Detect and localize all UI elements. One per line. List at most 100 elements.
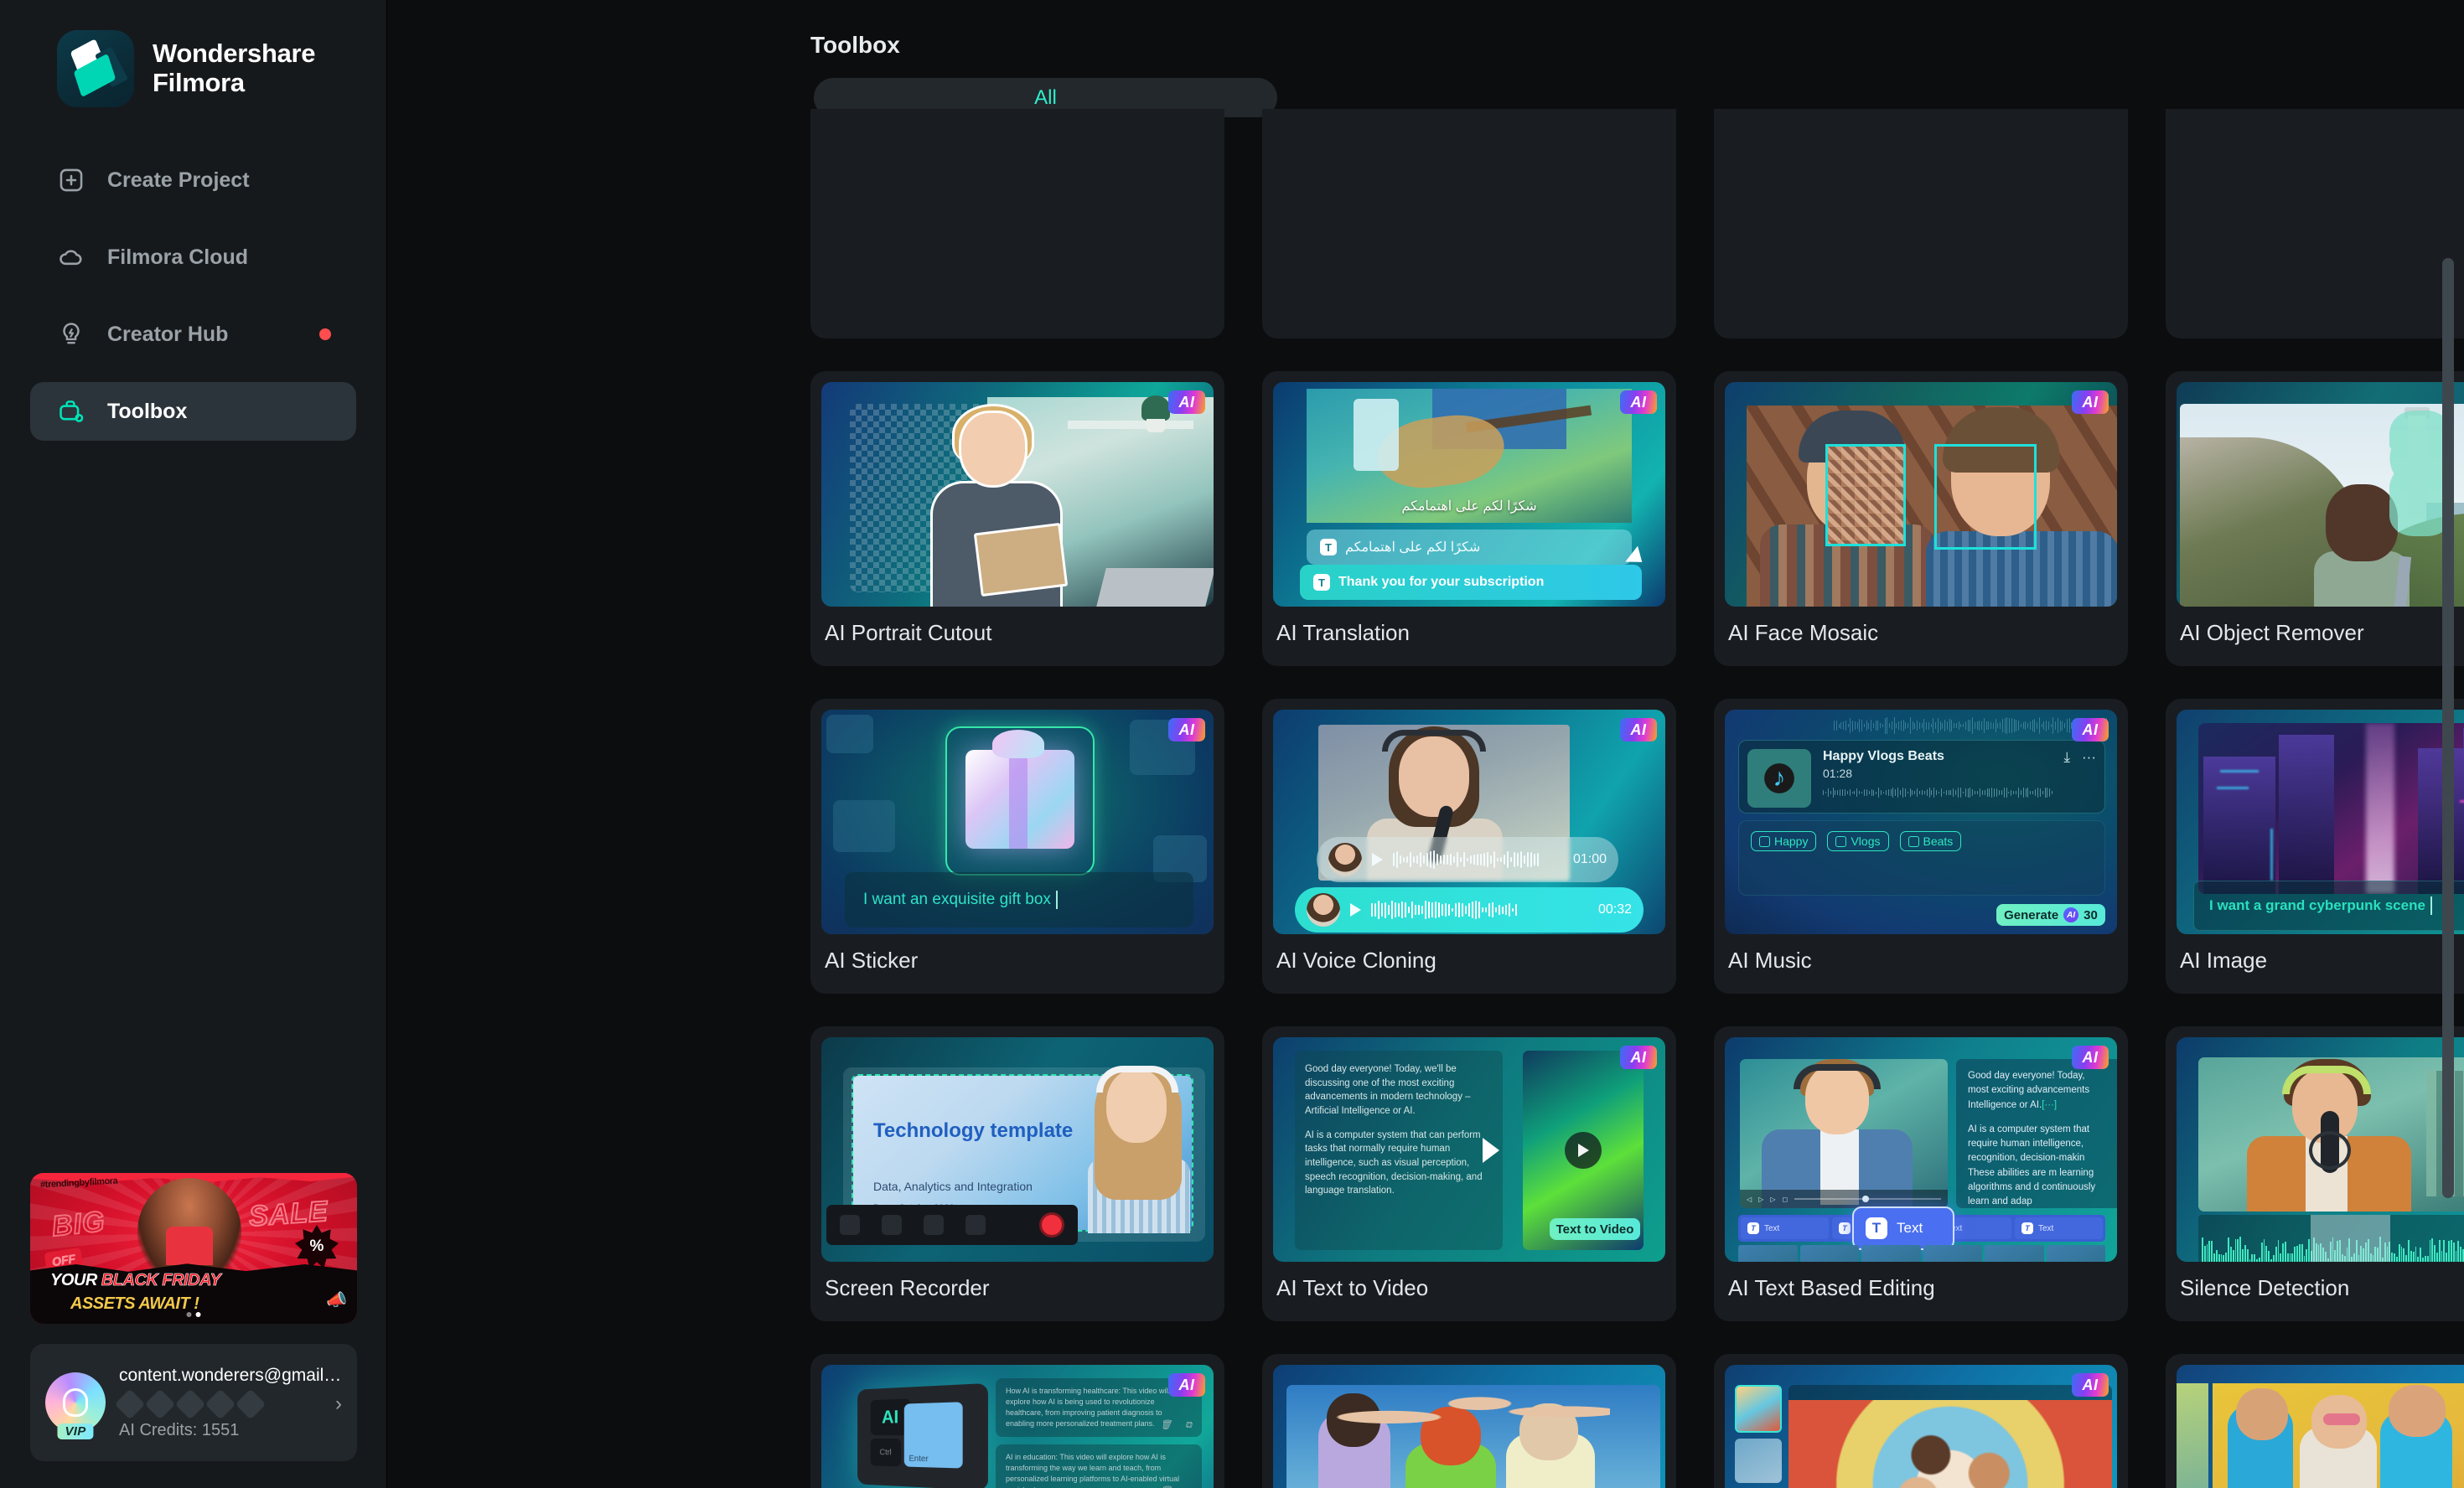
sidebar-item-filmora-cloud[interactable]: Filmora Cloud — [30, 228, 356, 287]
speaker-icon[interactable] — [924, 1215, 944, 1235]
ai-credit-icon: AI — [2063, 907, 2079, 922]
waveform — [1393, 850, 1539, 869]
play-icon[interactable] — [1372, 853, 1383, 866]
card-thumbnail: AI — [2177, 1037, 2464, 1262]
play-icon[interactable]: ▷ — [1758, 1196, 1763, 1203]
microphone-icon[interactable] — [882, 1215, 902, 1235]
card-thumbnail: ◁ ▷ ▷ ◻ Good day everyone! Today, most e… — [1725, 1037, 2117, 1262]
source-caption-text: شكرًا لكم على اهتمامكم — [1345, 540, 1481, 555]
screen-area-icon[interactable] — [840, 1215, 860, 1235]
next-icon[interactable]: ▷ — [1770, 1196, 1775, 1203]
tool-card-instant-cutter[interactable]: Export Instant Cutter — [1262, 1354, 1676, 1488]
tool-card-ai-text-based-editing[interactable]: ◁ ▷ ▷ ◻ Good day everyone! Today, most e… — [1714, 1026, 2128, 1321]
sticker-prompt-input[interactable]: I want an exquisite gift box — [845, 872, 1193, 927]
card-thumbnail: Export AI — [1725, 1365, 2117, 1488]
copy-result-row[interactable]: AI in education: This video will explore… — [996, 1444, 1202, 1488]
script-panel: Good day everyone! Today, we'll be discu… — [1295, 1051, 1503, 1250]
progress-track[interactable] — [1794, 1196, 1941, 1202]
account-panel[interactable]: VIP content.wonderers@gmail… › AI Credit… — [30, 1344, 357, 1461]
card-thumbnail: Export — [1273, 1365, 1665, 1488]
tool-card-partial[interactable] — [810, 109, 1224, 338]
promo-line1-a: YOUR — [50, 1271, 101, 1289]
download-icon[interactable]: ⤓ — [2064, 749, 2071, 766]
style-preset-rail[interactable] — [1735, 1385, 1782, 1488]
style-preset[interactable] — [1735, 1438, 1782, 1483]
popup-label: Text — [1897, 1220, 1923, 1236]
play-icon[interactable] — [1565, 1132, 1602, 1169]
tool-card-partial[interactable] — [1262, 109, 1676, 338]
script-paragraph-1: Good day everyone! Today, we'll be discu… — [1305, 1064, 1471, 1117]
generate-button[interactable]: Generate AI 30 — [1996, 904, 2105, 926]
tool-card-ai-music[interactable]: ♪ Happy Vlogs Beats 01:28 ⤓ ··· Happy Vl… — [1714, 699, 2128, 994]
promo-carousel-dots[interactable] — [186, 1312, 201, 1317]
tool-card-ai-text-to-video[interactable]: Good day everyone! Today, we'll be discu… — [1262, 1026, 1676, 1321]
tool-card-ai-portrait-cutout[interactable]: AI AI Portrait Cutout — [810, 371, 1224, 666]
card-thumbnail: AI — [1725, 382, 2117, 607]
promo-dot-active[interactable] — [195, 1312, 201, 1317]
promo-banner[interactable]: #trendingbyfilmora BIG SALE OFF % YOUR B… — [30, 1173, 357, 1324]
text-clip[interactable]: TText — [2015, 1217, 2103, 1239]
tool-card-screen-recorder[interactable]: Technology template Data, Analytics and … — [810, 1026, 1224, 1321]
promo-dot[interactable] — [186, 1312, 192, 1317]
more-options-icon[interactable]: ··· — [2082, 749, 2096, 766]
webcam-icon[interactable] — [965, 1215, 986, 1235]
transcript-ellipsis: [···] — [2042, 1099, 2058, 1110]
prev-icon[interactable]: ◁ — [1747, 1196, 1752, 1203]
sidebar-item-creator-hub[interactable]: Creator Hub — [30, 305, 356, 364]
tool-card-ai-translation[interactable]: شكرًا لكم على اهتمامكم شكرًا لكم على اهت… — [1262, 371, 1676, 666]
delete-icon[interactable]: 🗑 — [1160, 1419, 1172, 1433]
video-subtitle: شكرًا لكم على اهتمامكم — [1401, 499, 1537, 514]
play-icon[interactable] — [1350, 903, 1361, 917]
recorder-toolbar[interactable] — [826, 1205, 1078, 1245]
tool-card-ai-stylizer[interactable]: Export AI AI Stylizer — [1714, 1354, 2128, 1488]
track-duration: 01:28 — [1823, 767, 1853, 780]
vertical-scrollbar[interactable] — [2442, 258, 2454, 1198]
tool-card-ai-sticker[interactable]: I want an exquisite gift box AI AI Stick… — [810, 699, 1224, 994]
video-clip-thumbnails[interactable] — [1738, 1245, 2105, 1262]
tool-card-silence-detection[interactable]: AI Silence Detection — [2166, 1026, 2464, 1321]
tool-card-auto-beat-sync[interactable]: AI Auto Beat Sync — [2166, 1354, 2464, 1488]
enter-key: Enter — [903, 1402, 963, 1469]
music-tag[interactable]: Happy — [1751, 831, 1817, 851]
tool-card-ai-voice-cloning[interactable]: 01:00 00:32 AI AI Voice Cloning — [1262, 699, 1676, 994]
copy-result-text: How AI is transforming healthcare: This … — [1006, 1387, 1170, 1429]
stop-icon[interactable]: ◻ — [1782, 1196, 1788, 1203]
sidebar-item-create-project[interactable]: Create Project — [30, 151, 356, 209]
selected-text-clip-popup[interactable]: T Text — [1852, 1206, 1954, 1250]
waveform — [1371, 901, 1517, 919]
face-detect-box — [1934, 444, 2037, 550]
translated-caption-text: Thank you for your subscription — [1338, 575, 1545, 589]
source-audio-row: 01:00 — [1317, 837, 1618, 882]
tool-card-ai-copywriting[interactable]: AI Ctrl Enter How AI is transforming hea… — [810, 1354, 1224, 1488]
image-prompt-input[interactable]: I want a grand cyberpunk scene — [2193, 881, 2464, 931]
avatar[interactable]: VIP — [45, 1372, 106, 1439]
player-controls[interactable]: ◁ ▷ ▷ ◻ — [1740, 1190, 1948, 1208]
card-thumbnail: شكرًا لكم على اهتمامكم شكرًا لكم على اهت… — [1273, 382, 1665, 607]
stylized-photo — [1788, 1400, 2112, 1488]
ai-badge: AI — [1168, 718, 1205, 741]
music-tag[interactable]: Beats — [1899, 831, 1962, 851]
tool-card-partial[interactable] — [2166, 109, 2464, 338]
account-email: content.wonderers@gmail… — [119, 1365, 342, 1385]
text-to-video-button[interactable]: Text to Video — [1550, 1218, 1640, 1240]
sidebar-item-toolbox[interactable]: Toolbox — [30, 382, 356, 441]
ai-badge: AI — [1168, 1373, 1205, 1397]
text-clip[interactable]: TText — [1741, 1217, 1829, 1239]
tool-card-ai-image[interactable]: I want a grand cyberpunk scene AI AI Ima… — [2166, 699, 2464, 994]
tool-card-ai-object-remover[interactable]: AI AI Object Remover — [2166, 371, 2464, 666]
benefit-icon-2 — [144, 1388, 176, 1419]
ai-badge: AI — [1620, 718, 1657, 741]
tool-card-ai-face-mosaic[interactable]: AI AI Face Mosaic — [1714, 371, 2128, 666]
tool-card-partial[interactable] — [1714, 109, 2128, 338]
music-tag[interactable]: Vlogs — [1827, 831, 1889, 851]
slide-subtitle: Data, Analytics and Integration — [873, 1180, 1033, 1193]
chevron-right-icon[interactable]: › — [329, 1392, 342, 1416]
arrow-icon — [1483, 1138, 1499, 1163]
ai-badge: AI — [2072, 390, 2109, 414]
style-preset-selected[interactable] — [1735, 1385, 1782, 1433]
ai-badge: AI — [2072, 1373, 2109, 1397]
megaphone-icon: 📣 — [326, 1291, 347, 1310]
record-button[interactable] — [1039, 1212, 1064, 1237]
copy-icon[interactable]: ⧉ — [1185, 1419, 1192, 1433]
card-thumbnail: Technology template Data, Analytics and … — [821, 1037, 1214, 1262]
